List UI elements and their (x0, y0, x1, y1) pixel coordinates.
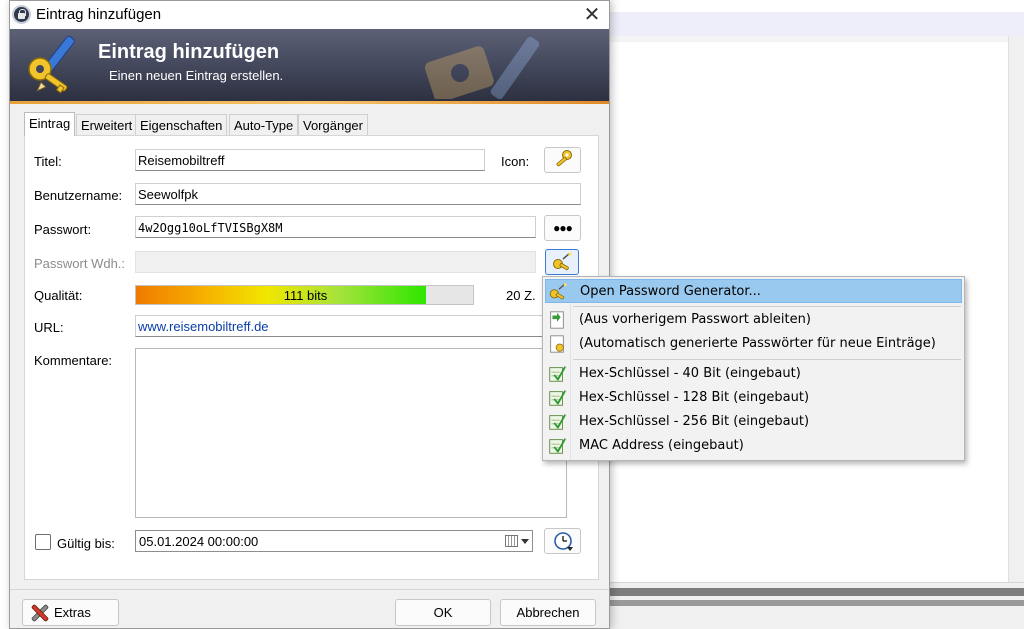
tab-eigenschaften[interactable]: Eigenschaften (135, 114, 228, 135)
profile-icon (549, 390, 566, 406)
menu-item-label: Hex-Schlüssel - 256 Bit (eingebaut) (579, 414, 810, 429)
expires-label: Gültig bis: (57, 536, 115, 551)
menu-separator (573, 359, 961, 360)
menu-item-label: (Aus vorherigem Passwort ableiten) (579, 312, 811, 327)
username-label: Benutzername: (34, 188, 123, 203)
banner-watermark-icon (424, 36, 540, 99)
comments-textarea[interactable] (135, 348, 567, 518)
char-count: 20 Z. (506, 288, 536, 303)
footer-separator (10, 589, 609, 590)
password-generator-menu: Open Password Generator... (Aus vorherig… (542, 276, 965, 461)
expires-date-value: 05.01.2024 00:00:00 (139, 534, 259, 549)
menu-item-open-generator[interactable]: Open Password Generator... (545, 279, 962, 303)
icon-label: Icon: (501, 154, 530, 169)
menu-item-auto-generated[interactable]: (Automatisch generierte Passwörter für n… (545, 332, 962, 356)
username-input[interactable]: Seewolfpk (135, 183, 581, 205)
background-splitter-lower (610, 600, 1024, 606)
banner-accent-line (10, 101, 609, 104)
repeat-password-input[interactable] (135, 251, 536, 273)
profile-icon (549, 366, 566, 382)
tab-vorganger[interactable]: Vorgänger (298, 114, 368, 135)
menu-item-mac-address[interactable]: MAC Address (eingebaut) (545, 434, 962, 458)
tab-eintrag[interactable]: Eintrag (24, 112, 76, 136)
background-splitter (610, 588, 1024, 596)
expires-checkbox[interactable] (35, 534, 51, 550)
profile-icon (549, 438, 566, 454)
menu-item-label: Hex-Schlüssel - 128 Bit (eingebaut) (579, 390, 810, 405)
password-input[interactable]: 4w2Ogg10oLfTVISBgX8M (135, 216, 536, 238)
expires-date-picker[interactable]: 05.01.2024 00:00:00 (135, 530, 533, 552)
title-input[interactable]: Reisemobiltreff (135, 149, 485, 171)
menu-item-hex-256[interactable]: Hex-Schlüssel - 256 Bit (eingebaut) (545, 410, 962, 434)
calendar-icon[interactable] (505, 535, 518, 547)
menu-separator (573, 306, 961, 307)
extras-button[interactable]: Extras (22, 599, 119, 626)
add-entry-dialog: Eintrag hinzufügen ✕ Eintrag hinzufügen … (9, 0, 610, 629)
auto-generate-icon (550, 335, 564, 353)
entry-tab-panel: Titel: Reisemobiltreff Icon: Benutzernam… (24, 135, 599, 580)
quality-label: Qualität: (34, 288, 83, 303)
menu-item-label: Open Password Generator... (580, 284, 761, 299)
url-label: URL: (34, 320, 64, 335)
menu-item-hex-40[interactable]: Hex-Schlüssel - 40 Bit (eingebaut) (545, 362, 962, 386)
chevron-down-icon[interactable] (521, 539, 529, 544)
derive-icon (550, 311, 564, 329)
extras-label: Extras (54, 605, 91, 620)
key-pen-icon (28, 35, 75, 94)
menu-item-hex-128[interactable]: Hex-Schlüssel - 128 Bit (eingebaut) (545, 386, 962, 410)
menu-item-label: Hex-Schlüssel - 40 Bit (eingebaut) (579, 366, 801, 381)
quality-bar: 111 bits (135, 285, 474, 305)
title-bar: Eintrag hinzufügen ✕ (10, 1, 609, 29)
icon-picker-button[interactable] (544, 147, 581, 173)
key-wand-icon (553, 252, 572, 271)
repeat-password-label: Passwort Wdh.: (34, 256, 126, 271)
tools-icon (31, 604, 49, 622)
url-input[interactable]: www.reisemobiltreff.de (135, 315, 555, 337)
key-wand-icon (549, 283, 567, 300)
close-button[interactable]: ✕ (580, 4, 604, 26)
background-scrollbar (1008, 36, 1024, 588)
cancel-button[interactable]: Abbrechen (500, 599, 596, 626)
banner-title: Eintrag hinzufügen (98, 41, 280, 63)
dialog-banner: Eintrag hinzufügen Einen neuen Eintrag e… (10, 29, 609, 101)
tab-erweitert[interactable]: Erweitert (76, 114, 138, 135)
clock-icon (553, 532, 573, 551)
ok-button[interactable]: OK (395, 599, 491, 626)
show-password-button[interactable]: ●●● (544, 215, 581, 241)
comments-label: Kommentare: (34, 353, 113, 368)
password-generator-button[interactable] (545, 249, 579, 275)
background-band (610, 36, 1024, 42)
banner-subtitle: Einen neuen Eintrag erstellen. (109, 68, 284, 83)
quality-bits: 111 bits (283, 288, 328, 303)
profile-icon (549, 414, 566, 430)
lock-icon (12, 5, 31, 24)
tab-auto-type[interactable]: Auto-Type (229, 114, 299, 135)
password-label: Passwort: (34, 222, 92, 237)
background-selected-row (610, 12, 1024, 36)
expiry-presets-button[interactable] (544, 528, 581, 554)
menu-item-label: MAC Address (eingebaut) (579, 438, 744, 453)
menu-item-derive-from-previous[interactable]: (Aus vorherigem Passwort ableiten) (545, 308, 962, 332)
title-label: Titel: (34, 154, 62, 169)
window-title: Eintrag hinzufügen (36, 6, 162, 23)
key-icon (555, 150, 572, 167)
menu-item-label: (Automatisch generierte Passwörter für n… (579, 336, 936, 351)
